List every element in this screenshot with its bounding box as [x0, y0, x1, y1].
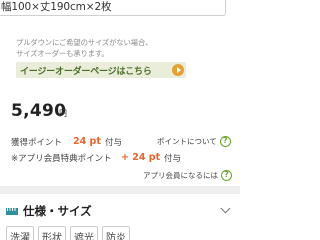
- note-line-2: サイズオーダーも承ります。: [16, 49, 109, 58]
- app-member-help-link[interactable]: アプリ会員になるには ?: [143, 170, 232, 181]
- question-icon: ?: [219, 136, 231, 147]
- points-suffix: 付与: [105, 138, 123, 148]
- price-unit: 円: [59, 109, 67, 118]
- size-select[interactable]: 幅100×丈190cm×2枚: [0, 0, 226, 16]
- app-points-value: + 24 pt: [121, 152, 161, 163]
- chevron-down-icon[interactable]: [220, 203, 231, 214]
- easy-order-label: イージーオーダーページはこちら: [20, 66, 152, 77]
- specs-section-toggle[interactable]: 仕様・サイズ: [6, 203, 92, 219]
- points-help-link[interactable]: ポイントについて ?: [157, 136, 231, 147]
- section-divider: [0, 186, 240, 194]
- spec-tag[interactable]: 形状: [38, 226, 66, 240]
- ruler-icon: [6, 207, 18, 215]
- specs-heading: 仕様・サイズ: [23, 204, 92, 218]
- spec-tag[interactable]: 遮光: [70, 226, 98, 240]
- app-points-label: ※アプリ会員特典ポイント: [11, 154, 112, 164]
- points-label: 獲得ポイント: [11, 138, 63, 148]
- question-icon: ?: [221, 170, 232, 181]
- app-points-suffix: 付与: [164, 154, 182, 164]
- note-line-1: プルダウンにご希望のサイズがない場合、: [16, 38, 153, 47]
- play-circle-icon: [172, 64, 184, 76]
- easy-order-link[interactable]: イージーオーダーページはこちら: [16, 62, 186, 78]
- size-order-note: プルダウンにご希望のサイズがない場合、 サイズオーダーも承ります。: [16, 37, 206, 59]
- spec-tag[interactable]: 防炎: [102, 226, 130, 240]
- size-select-value: 幅100×丈190cm×2枚: [1, 1, 112, 13]
- spec-tag[interactable]: 洗濯: [6, 226, 34, 240]
- app-member-help-label: アプリ会員になるには: [143, 171, 218, 180]
- points-help-label: ポイントについて: [157, 137, 217, 146]
- points-value: 24 pt: [73, 136, 101, 147]
- spec-tags: 洗濯 形状 遮光 防炎: [6, 226, 130, 240]
- price-amount: 5,490: [11, 101, 67, 121]
